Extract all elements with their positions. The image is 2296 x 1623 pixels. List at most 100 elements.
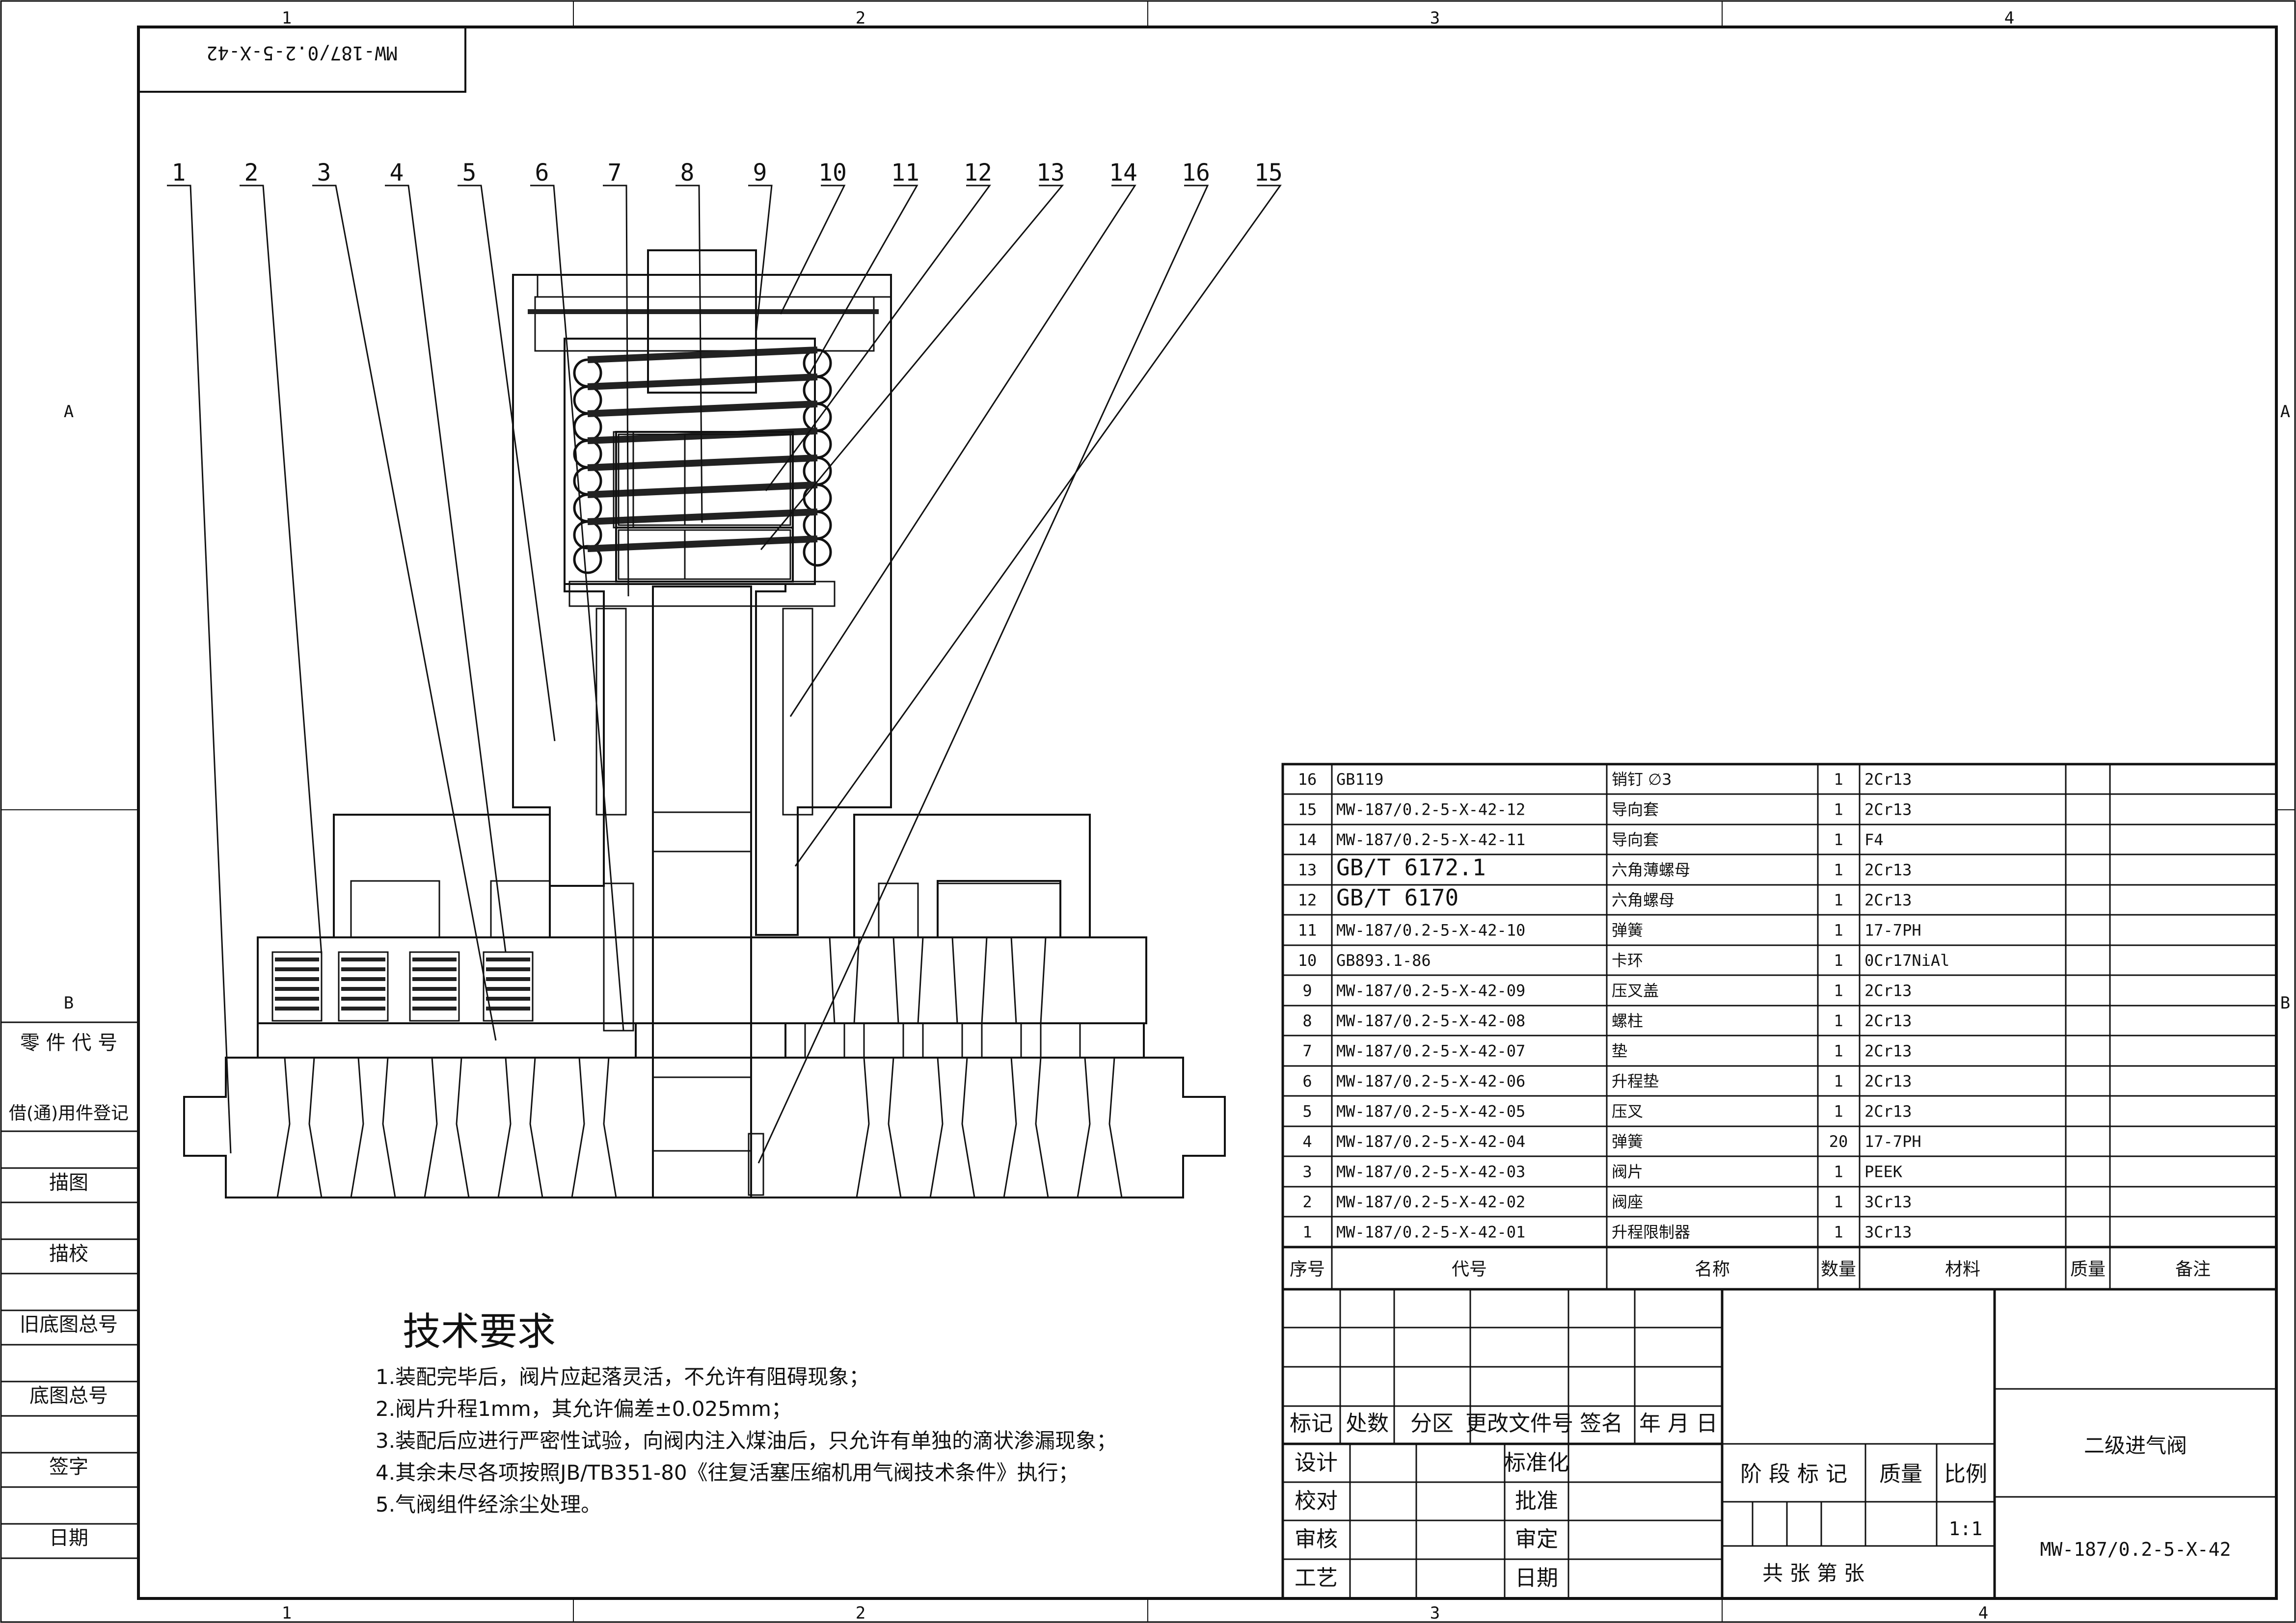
bom-cell-qty: 1 [1834, 800, 1843, 819]
balloon-6: 6 [535, 159, 549, 186]
side-label-base: 底图总号 [29, 1384, 108, 1407]
rev-header-doc: 更改文件号 [1465, 1411, 1573, 1436]
notes-line-3: 3.装配后应进行严密性试验，向阀内注入煤油后，只允许有单独的滴状渗漏现象； [376, 1429, 1117, 1453]
bom-cell-no: 13 [1298, 860, 1317, 879]
drawing-number-corner: MW-187/0.2-5-X-42 [137, 26, 466, 93]
zone-col-1-top: 1 [282, 8, 292, 28]
bom-cell-code: GB119 [1336, 770, 1383, 789]
bom-row: 14 MW-187/0.2-5-X-42-11 导向套 1 F4 [1298, 830, 1884, 849]
balloon-1: 1 [172, 159, 186, 186]
bom-header-code: 代号 [1452, 1259, 1487, 1279]
technical-requirements: 技术要求 1.装配完毕后，阀片应起落灵活，不允许有阻碍现象； 2.阀片升程1mm… [376, 1310, 1117, 1517]
plate-springs [271, 951, 534, 1022]
scale-value: 1:1 [1949, 1518, 1983, 1540]
bom-cell-code: MW-187/0.2-5-X-42-03 [1336, 1162, 1525, 1181]
bom-cell-material: 2Cr13 [1864, 1072, 1912, 1091]
plate-spring [338, 951, 389, 1022]
notes-line-1: 1.装配完毕后，阀片应起落灵活，不允许有阻碍现象； [376, 1365, 869, 1389]
bom-cell-no: 9 [1302, 981, 1312, 1000]
bom-cell-code: MW-187/0.2-5-X-42-12 [1336, 800, 1525, 819]
bom-header-material: 材料 [1945, 1259, 1980, 1279]
balloon-16: 16 [1182, 159, 1210, 186]
title-drawing-number: MW-187/0.2-5-X-42 [2040, 1539, 2231, 1560]
bom-cell-no: 16 [1298, 770, 1317, 789]
mass-label: 质量 [1879, 1462, 1922, 1487]
bom-cell-material: 2Cr13 [1864, 1011, 1912, 1030]
zone-row-b-right: B [2280, 993, 2290, 1013]
hex-nuts [613, 431, 794, 583]
bom-cell-code: GB/T 6170 [1336, 884, 1459, 911]
bom-cell-name: 导向套 [1612, 830, 1659, 849]
bom-cell-material: 3Cr13 [1864, 1193, 1912, 1211]
zone-col-3-top: 3 [1430, 8, 1440, 28]
bom-row: 15 MW-187/0.2-5-X-42-12 导向套 1 2Cr13 [1298, 800, 1912, 819]
bom-cell-qty: 1 [1834, 921, 1843, 939]
zone-col-3-bottom: 3 [1430, 1603, 1440, 1623]
bom-cell-name: 压叉盖 [1612, 981, 1659, 1000]
bom-cell-no: 14 [1298, 830, 1317, 849]
balloon-4: 4 [390, 159, 404, 186]
lift-limiter [257, 814, 1147, 1024]
valve-plate [257, 1022, 1145, 1059]
bom-cell-code: MW-187/0.2-5-X-42-01 [1336, 1223, 1525, 1241]
bom-cell-material: 2Cr13 [1864, 1102, 1912, 1120]
zone-col-2-top: 2 [856, 8, 865, 28]
balloon-5: 5 [462, 159, 477, 186]
bom-cell-qty: 1 [1834, 1162, 1843, 1181]
bom-cell-code: MW-187/0.2-5-X-42-11 [1336, 830, 1525, 849]
notes-line-2: 2.阀片升程1mm，其允许偏差±0.025mm； [376, 1397, 792, 1421]
guide-sleeves [568, 581, 836, 1032]
bom-cell-material: 2Cr13 [1864, 800, 1912, 819]
bom-cell-no: 3 [1302, 1162, 1312, 1181]
stage-mark-label: 阶 段 标 记 [1740, 1462, 1847, 1487]
bom-header-no: 序号 [1290, 1259, 1325, 1279]
side-label-borrowed: 借(通)用件登记 [9, 1103, 129, 1123]
bom-cell-material: PEEK [1864, 1162, 1903, 1181]
zone-col-4-bottom: 4 [1978, 1603, 1988, 1623]
zone-col-2-bottom: 2 [856, 1603, 865, 1623]
rev-header-mark: 标记 [1290, 1411, 1333, 1436]
bom-cell-material: 17-7PH [1864, 1132, 1921, 1151]
bom-cell-qty: 1 [1834, 1072, 1843, 1091]
bom-cell-code: MW-187/0.2-5-X-42-09 [1336, 981, 1525, 1000]
valve-seat [183, 1057, 1226, 1198]
sheet-frame [0, 0, 2296, 1623]
bom-cell-no: 15 [1298, 800, 1317, 819]
bom-cell-name: 螺柱 [1612, 1011, 1643, 1030]
balloon-3: 3 [317, 159, 331, 186]
bom-header-qty: 数量 [1821, 1259, 1856, 1279]
bom-cell-code: MW-187/0.2-5-X-42-08 [1336, 1011, 1525, 1030]
side-label-sign: 签字 [49, 1456, 88, 1478]
bom-cell-no: 10 [1298, 951, 1317, 970]
notes-line-5: 5.气阀组件经涂尘处理。 [376, 1492, 601, 1517]
side-label-date: 日期 [49, 1527, 88, 1549]
sign-check-label: 校对 [1295, 1489, 1338, 1514]
zone-row-a-left: A [64, 402, 74, 422]
bom-row: 10 GB893.1-86 卡环 1 0Cr17NiAl [1298, 951, 1950, 970]
bom-header-name: 名称 [1695, 1259, 1730, 1279]
valve-section-view [183, 249, 1226, 1198]
bom-cell-code: MW-187/0.2-5-X-42-07 [1336, 1041, 1525, 1060]
bom-row: 4 MW-187/0.2-5-X-42-04 弹簧 20 17-7PH [1302, 1132, 1921, 1151]
plate-spring [271, 951, 323, 1022]
bom-cell-name: 升程限制器 [1612, 1223, 1690, 1241]
bom-cell-material: 2Cr13 [1864, 1041, 1912, 1060]
bom-cell-name: 压叉 [1612, 1102, 1643, 1120]
balloon-12: 12 [964, 159, 992, 186]
bom-cell-code: MW-187/0.2-5-X-42-04 [1336, 1132, 1525, 1151]
sign-process-label: 工艺 [1295, 1566, 1338, 1591]
side-label-trace-check: 描校 [49, 1243, 88, 1265]
bom-cell-code: MW-187/0.2-5-X-42-10 [1336, 921, 1525, 939]
side-label-part-code: 零 件 代 号 [20, 1032, 117, 1054]
bom-cell-material: 17-7PH [1864, 921, 1921, 939]
bom-row: 3 MW-187/0.2-5-X-42-03 阀片 1 PEEK [1302, 1162, 1902, 1181]
bom-cell-qty: 1 [1834, 1102, 1843, 1120]
balloon-8: 8 [680, 159, 695, 186]
sign-design-label: 设计 [1295, 1450, 1338, 1475]
sheets-label: 共 张 第 张 [1762, 1561, 1864, 1585]
bom-cell-material: F4 [1864, 830, 1884, 849]
bom-cell-no: 6 [1302, 1072, 1312, 1091]
scale-label: 比例 [1944, 1462, 1987, 1487]
sign-approve-label: 批准 [1515, 1489, 1558, 1514]
bom-cell-name: 阀片 [1612, 1162, 1643, 1181]
